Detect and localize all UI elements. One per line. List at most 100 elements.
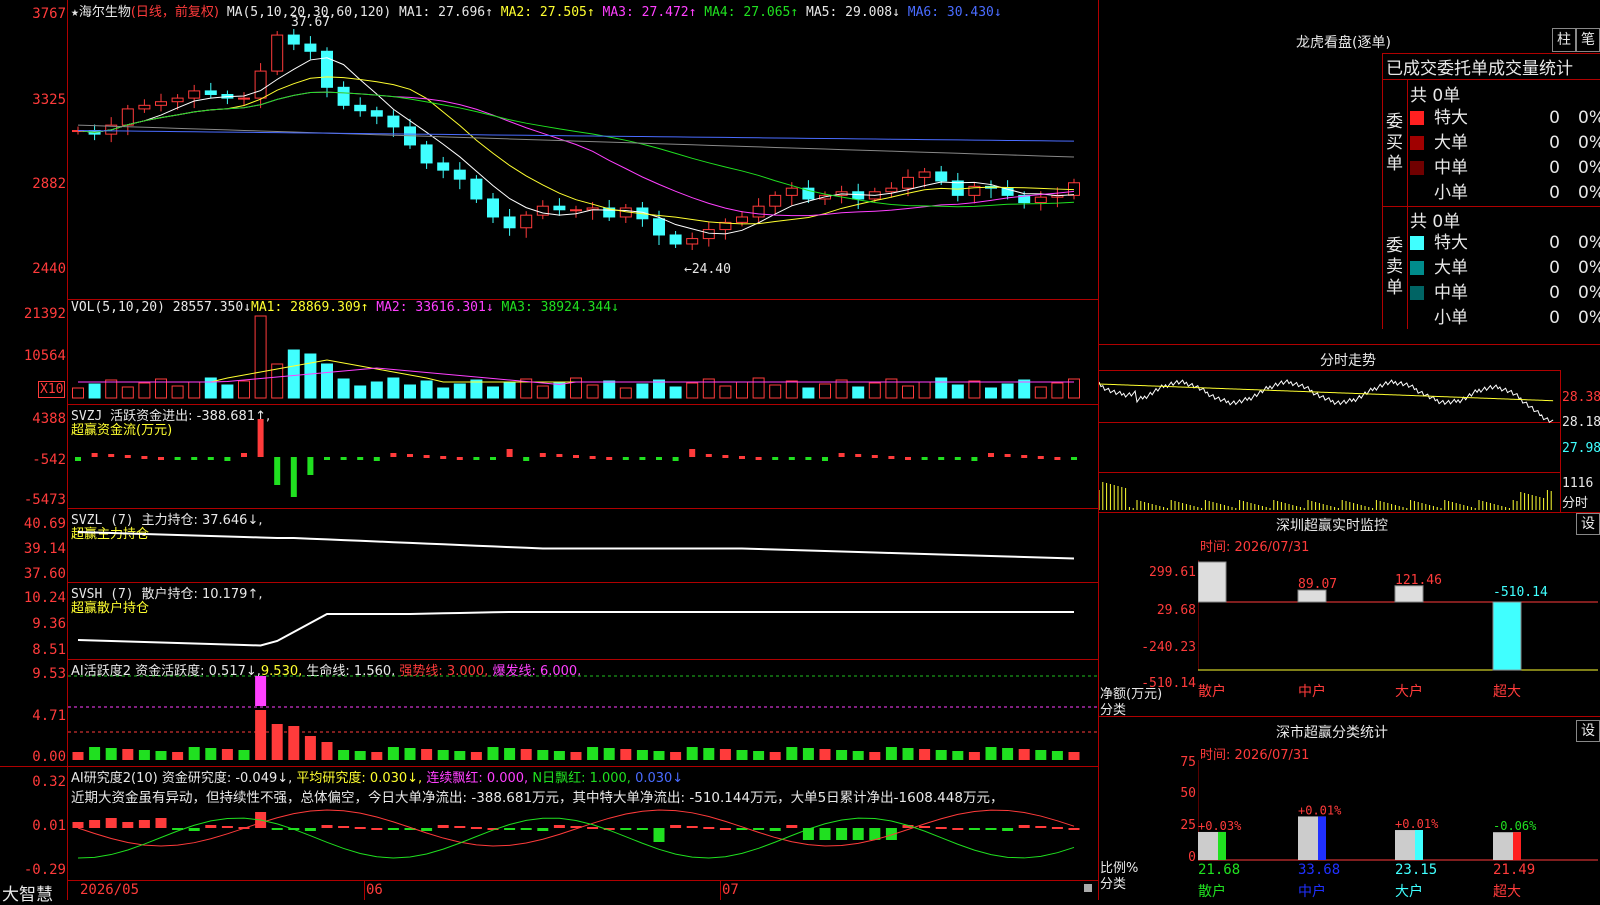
classify-bar-value: 21.68	[1198, 862, 1240, 878]
volume-bar	[951, 384, 964, 399]
flow-bar	[1037, 456, 1044, 459]
candle-body	[902, 176, 914, 189]
main-axis-2: 2882	[32, 176, 66, 192]
research-bar	[437, 825, 449, 828]
kline-chart[interactable]	[68, 0, 1098, 880]
dragon-line-2	[1382, 79, 1600, 80]
svzj-axis-0: 4388	[32, 411, 66, 427]
activity-bar	[454, 751, 466, 760]
flow-bar	[191, 457, 198, 460]
research-bar	[553, 825, 565, 828]
ai1-axis-0: 9.53	[32, 666, 66, 682]
flow-bar	[606, 457, 613, 460]
candle-body	[702, 229, 715, 240]
activity-bar	[786, 747, 798, 760]
activity-bar	[89, 747, 101, 760]
research-bar	[205, 825, 217, 828]
candle-body	[387, 115, 400, 128]
classify-bar-label: 散户	[1198, 883, 1226, 900]
divider-dragon	[1098, 344, 1600, 345]
intraday-unit: 分时	[1562, 496, 1589, 511]
research-bar	[1051, 827, 1063, 829]
classify-bar-accent	[1513, 832, 1521, 860]
research-bar	[919, 826, 931, 828]
buy-count: 0	[1549, 133, 1560, 153]
activity-bar	[653, 751, 665, 760]
research-bar	[271, 828, 283, 830]
intraday-title: 分时走势	[1320, 353, 1376, 369]
activity-peak	[255, 676, 267, 706]
research-bar	[504, 828, 516, 830]
volume-bar	[736, 381, 748, 399]
flow-bar	[274, 457, 281, 485]
classify-bar-change: +0.03%	[1198, 819, 1242, 833]
ma-line-6	[77, 130, 1075, 142]
sell-row-1: 大单 0 0%	[1410, 256, 1600, 280]
flow-bar	[556, 454, 563, 457]
volume-bar	[852, 386, 865, 399]
buy-label: 大单	[1434, 133, 1468, 153]
activity-bar	[802, 748, 814, 760]
intraday-rborder	[1560, 370, 1561, 512]
monitor-chart: 299.61 散户 89.07 中户 121.46 大户 -510.14 超大	[1198, 560, 1598, 700]
classify-settings-button[interactable]: 设	[1576, 720, 1600, 742]
monitor-unit-b: 分类	[1100, 703, 1127, 718]
monitor-bar-value: 299.61	[1198, 560, 1245, 564]
volume-bar	[354, 385, 367, 399]
buy-swatch-icon	[1410, 161, 1424, 175]
ai2-axis-2: -0.29	[23, 862, 66, 878]
classify-bar-label: 超大	[1493, 884, 1521, 900]
sell-count: 0	[1549, 233, 1560, 253]
flow-bar	[805, 457, 812, 460]
flow-bar	[672, 457, 679, 461]
dragon-header: 已成交委托单成交量统计	[1386, 59, 1573, 79]
research-bar	[105, 818, 117, 828]
flow-bar	[224, 457, 231, 461]
candle-body	[553, 205, 566, 211]
buy-percent: 0%	[1578, 108, 1600, 128]
activity-bar	[553, 751, 565, 760]
research-bar	[338, 826, 350, 828]
sell-percent: 0%	[1578, 258, 1600, 278]
candle-body	[752, 205, 765, 218]
date-label-0: 2026/05	[80, 882, 140, 898]
monitor-settings-button[interactable]: 设	[1576, 513, 1600, 535]
lock-icon[interactable]	[1084, 884, 1092, 892]
flow-bar	[290, 457, 297, 497]
classify-bar-change: -0.06%	[1493, 819, 1537, 833]
volume-bar	[1001, 383, 1014, 399]
activity-bar	[354, 751, 366, 760]
sell-row-3: 小单 0 0%	[1410, 306, 1600, 330]
research-bar	[470, 827, 482, 829]
tick-mode-button[interactable]: 笔	[1576, 28, 1600, 52]
research-bar	[354, 827, 366, 829]
vol-axis-0: 21392	[23, 306, 66, 322]
date-label-2: 07	[722, 882, 739, 898]
volume-bar	[254, 315, 267, 399]
volume-bar	[404, 384, 416, 399]
activity-bar	[620, 749, 632, 760]
candle-body	[420, 144, 433, 164]
monitor-title: 深圳超赢实时监控	[1276, 518, 1388, 534]
svzl-axis-1: 39.14	[23, 541, 66, 557]
volume-bar	[88, 383, 101, 399]
buy-row-0: 特大 0 0%	[1410, 106, 1600, 130]
bar-mode-button[interactable]: 柱	[1552, 28, 1576, 52]
activity-bar	[736, 750, 748, 760]
svzl-axis-2: 37.60	[23, 566, 66, 582]
buy-percent: 0%	[1578, 158, 1600, 178]
flow-bar	[124, 455, 131, 458]
intraday-chart[interactable]	[1099, 370, 1559, 512]
research-bar	[769, 828, 781, 831]
flow-bar	[506, 449, 513, 457]
research-bar	[836, 828, 848, 840]
research-bar	[537, 828, 549, 831]
flow-bar	[307, 457, 314, 475]
flow-bar	[639, 457, 646, 460]
activity-bar	[935, 750, 947, 760]
candle-body	[520, 214, 533, 229]
svsh-axis-1: 9.36	[32, 616, 66, 632]
activity-bar	[753, 751, 765, 760]
dragon-vline-2	[1407, 79, 1408, 329]
buy-swatch-icon	[1410, 111, 1424, 125]
